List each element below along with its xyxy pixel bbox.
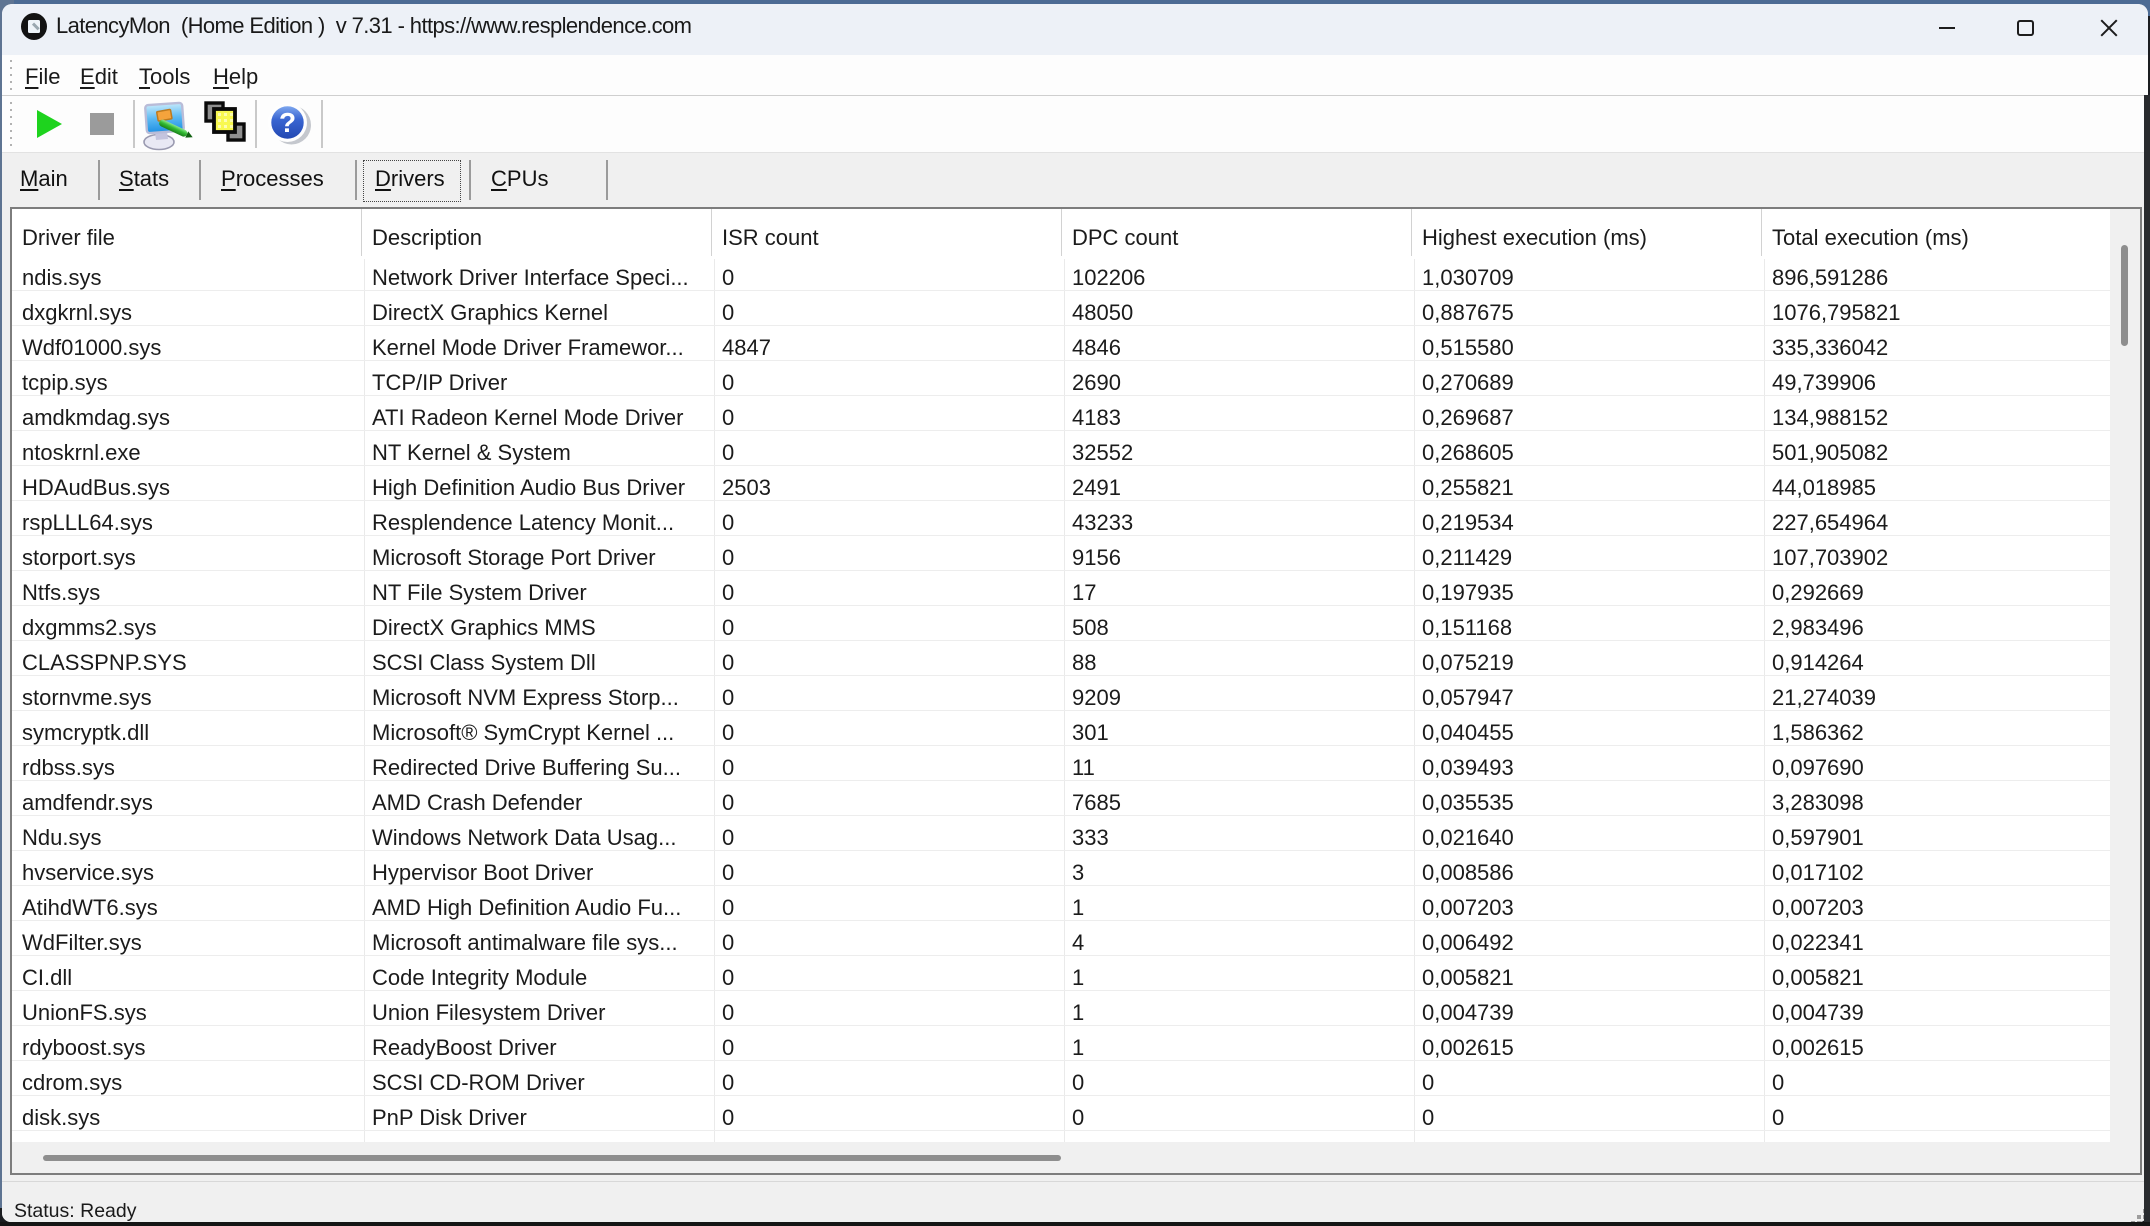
svg-text:?: ? bbox=[279, 107, 296, 138]
